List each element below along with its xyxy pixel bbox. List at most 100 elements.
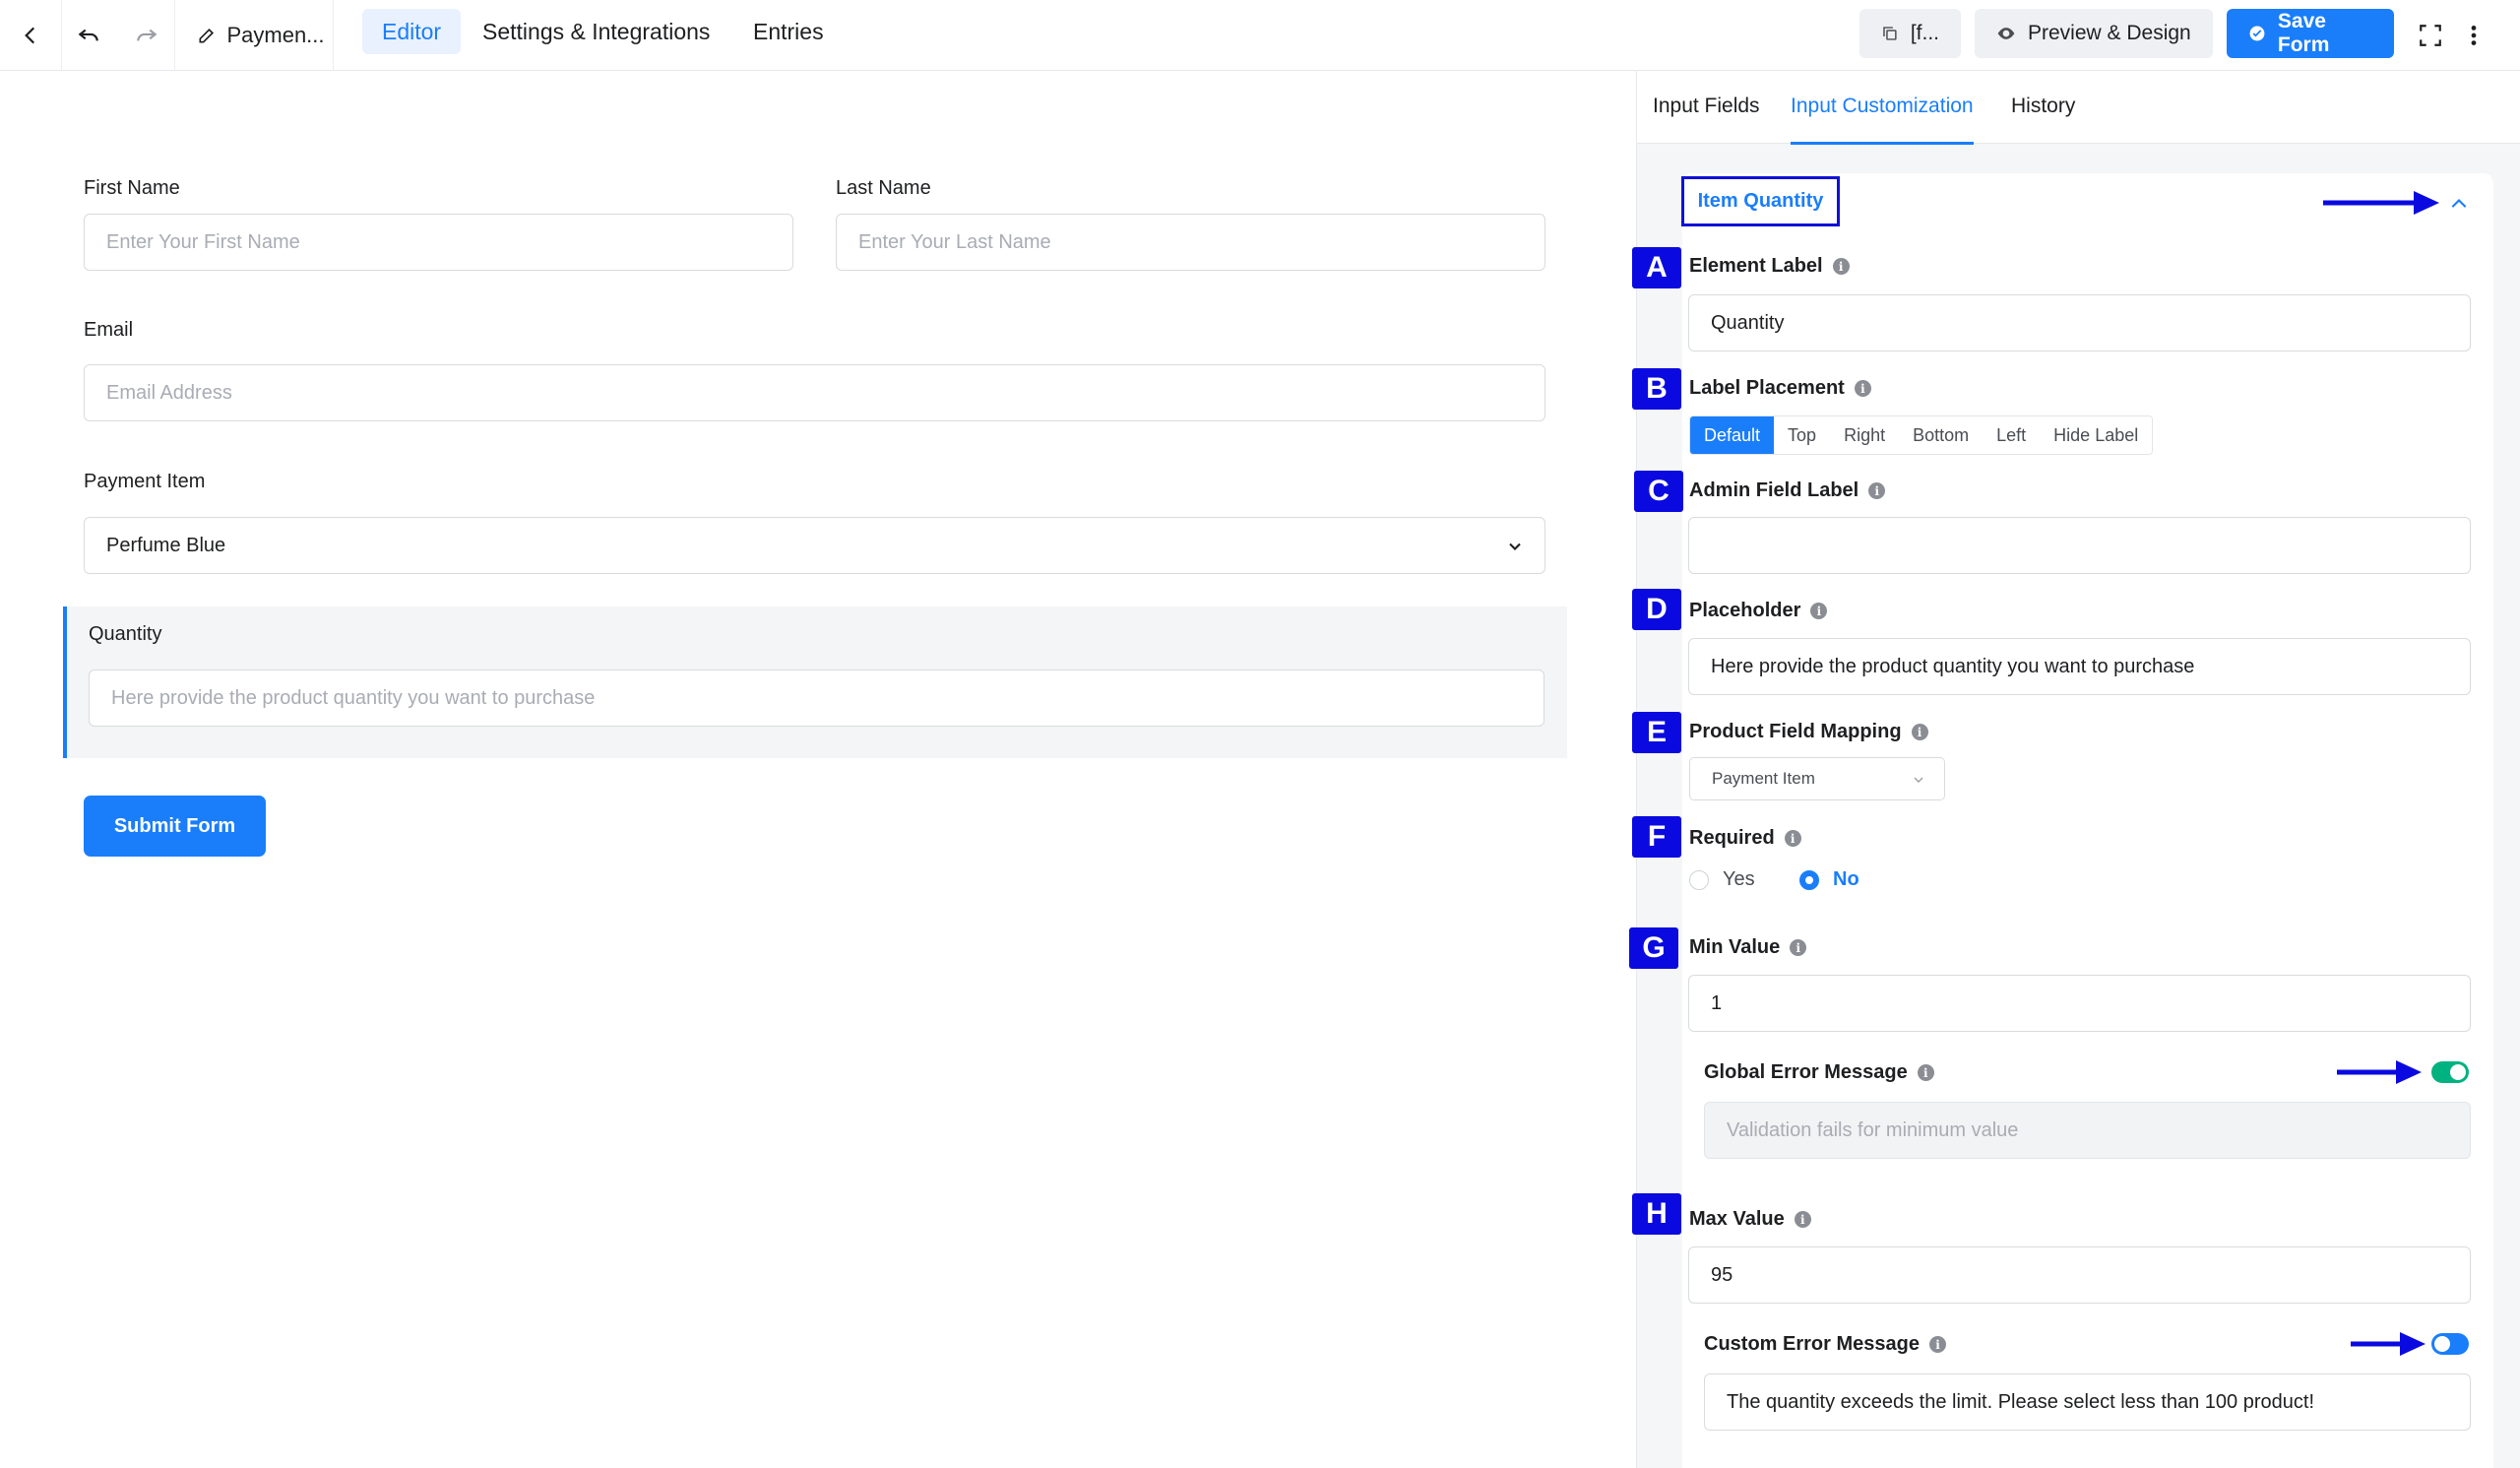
label-placement-segmented: Default Top Right Bottom Left Hide Label xyxy=(1689,415,2154,455)
form-name[interactable]: Paymen... xyxy=(187,0,335,71)
info-icon[interactable]: i xyxy=(1928,1336,1946,1353)
min-value-heading: Min Value i xyxy=(1689,936,1807,959)
tab-settings-integrations[interactable]: Settings & Integrations xyxy=(463,9,729,54)
tab-history[interactable]: History xyxy=(2011,95,2075,142)
save-form-label: Save Form xyxy=(2277,10,2330,56)
custom-error-heading: Custom Error Message i xyxy=(1704,1333,1946,1356)
eye-icon xyxy=(1997,28,2015,39)
last-name-input[interactable]: Enter Your Last Name xyxy=(836,214,1545,271)
product-field-mapping-select[interactable]: Payment Item xyxy=(1689,757,1945,800)
pencil-icon xyxy=(199,28,215,43)
form-canvas: First Name Enter Your First Name Last Na… xyxy=(0,71,1636,1468)
shortcode-button[interactable]: [f... xyxy=(1859,9,1961,58)
annotation-arrow xyxy=(2351,1332,2426,1356)
label-placement-heading: Label Placement i xyxy=(1689,377,1871,400)
max-value-input[interactable]: 95 xyxy=(1688,1246,2471,1304)
placement-option-bottom[interactable]: Bottom xyxy=(1899,416,1983,454)
tab-editor[interactable]: Editor xyxy=(362,9,462,54)
min-value-text: Min Value xyxy=(1689,936,1781,958)
required-yes-label: Yes xyxy=(1723,868,1755,890)
fullscreen-icon[interactable] xyxy=(2406,0,2455,71)
placement-option-left[interactable]: Left xyxy=(1983,416,2040,454)
first-name-input[interactable]: Enter Your First Name xyxy=(84,214,793,271)
annotation-arrow xyxy=(2323,191,2439,215)
tab-input-customization[interactable]: Input Customization xyxy=(1791,95,1974,145)
annotation-badge-f: F xyxy=(1632,816,1681,858)
info-icon[interactable]: i xyxy=(1868,482,1886,499)
info-icon[interactable]: i xyxy=(1911,724,1928,740)
info-icon[interactable]: i xyxy=(1832,258,1850,275)
info-icon[interactable]: i xyxy=(1917,1064,1934,1081)
check-circle-icon xyxy=(2249,26,2265,41)
global-error-heading: Global Error Message i xyxy=(1704,1061,1934,1084)
placement-option-default[interactable]: Default xyxy=(1690,416,1775,454)
top-toolbar: Paymen... Editor Settings & Integrations… xyxy=(0,0,2520,71)
annotation-arrow xyxy=(2337,1060,2422,1084)
annotation-badge-d: D xyxy=(1632,589,1681,630)
shortcode-text: [f... xyxy=(1910,22,1939,44)
preview-design-button[interactable]: Preview & Design xyxy=(1975,9,2213,58)
save-form-button[interactable]: Save Form xyxy=(2227,9,2394,58)
chevron-up-icon[interactable] xyxy=(2449,195,2469,211)
info-icon[interactable]: i xyxy=(1810,603,1828,619)
admin-field-label-heading: Admin Field Label i xyxy=(1689,479,1886,502)
required-heading: Required i xyxy=(1689,827,1801,850)
min-value-input[interactable]: 1 xyxy=(1688,975,2471,1032)
quantity-input[interactable]: Here provide the product quantity you wa… xyxy=(89,670,1544,727)
undo-icon[interactable] xyxy=(62,0,115,71)
more-options-icon[interactable] xyxy=(2457,0,2490,71)
redo-icon[interactable] xyxy=(120,0,173,71)
form-name-text: Paymen... xyxy=(226,23,325,47)
placement-option-top[interactable]: Top xyxy=(1774,416,1830,454)
max-value-heading: Max Value i xyxy=(1689,1208,1811,1231)
element-label-text: Element Label xyxy=(1689,255,1823,277)
tab-input-fields[interactable]: Input Fields xyxy=(1653,95,1760,142)
admin-field-label-input[interactable] xyxy=(1688,517,2471,574)
payment-item-label: Payment Item xyxy=(84,471,206,492)
annotation-badge-c: C xyxy=(1634,471,1683,512)
custom-error-text: Custom Error Message xyxy=(1704,1333,1920,1355)
info-icon[interactable]: i xyxy=(1854,380,1871,397)
radio-no[interactable] xyxy=(1799,869,1819,890)
info-icon[interactable]: i xyxy=(1784,830,1801,847)
placeholder-heading: Placeholder i xyxy=(1689,600,1828,622)
product-field-mapping-heading: Product Field Mapping i xyxy=(1689,721,1928,743)
element-label-input[interactable]: Quantity xyxy=(1688,294,2471,351)
annotation-badge-g: G xyxy=(1629,927,1678,969)
copy-icon xyxy=(1883,27,1897,40)
required-no-label: No xyxy=(1833,868,1859,890)
product-field-mapping-value: Payment Item xyxy=(1712,769,1815,788)
global-error-text: Global Error Message xyxy=(1704,1061,1908,1083)
sidebar-tabs: Input Fields Input Customization History xyxy=(1637,71,2520,145)
back-icon[interactable] xyxy=(0,0,61,71)
info-icon[interactable]: i xyxy=(1790,939,1807,956)
placeholder-input[interactable]: Here provide the product quantity you wa… xyxy=(1688,638,2471,695)
payment-item-value: Perfume Blue xyxy=(106,534,226,556)
annotation-badge-a: A xyxy=(1632,247,1681,288)
quantity-label: Quantity xyxy=(89,623,162,645)
chevron-down-icon xyxy=(1509,543,1521,550)
placement-option-hide-label[interactable]: Hide Label xyxy=(2040,416,2152,454)
annotation-badge-e: E xyxy=(1632,712,1681,753)
info-icon[interactable]: i xyxy=(1794,1211,1811,1228)
custom-error-input[interactable]: The quantity exceeds the limit. Please s… xyxy=(1704,1373,2471,1431)
submit-form-button[interactable]: Submit Form xyxy=(84,796,266,857)
radio-yes[interactable] xyxy=(1689,869,1709,890)
global-error-input[interactable]: Validation fails for minimum value xyxy=(1704,1102,2471,1159)
global-error-toggle[interactable] xyxy=(2431,1061,2469,1083)
toolbar-divider xyxy=(174,0,175,71)
required-yes-option[interactable]: Yes xyxy=(1689,868,1755,891)
tab-entries[interactable]: Entries xyxy=(733,9,844,54)
toolbar-divider xyxy=(333,0,334,71)
placement-option-right[interactable]: Right xyxy=(1830,416,1899,454)
payment-item-select[interactable]: Perfume Blue xyxy=(84,517,1545,574)
email-input[interactable]: Email Address xyxy=(84,364,1545,421)
first-name-label: First Name xyxy=(84,177,180,199)
label-placement-text: Label Placement xyxy=(1689,377,1845,399)
required-no-option[interactable]: No xyxy=(1799,868,1859,891)
max-value-text: Max Value xyxy=(1689,1208,1785,1230)
custom-error-toggle[interactable] xyxy=(2431,1333,2469,1355)
annotation-badge-b: B xyxy=(1632,368,1681,410)
panel-title[interactable]: Item Quantity xyxy=(1681,176,1840,226)
placeholder-text: Placeholder xyxy=(1689,600,1801,621)
